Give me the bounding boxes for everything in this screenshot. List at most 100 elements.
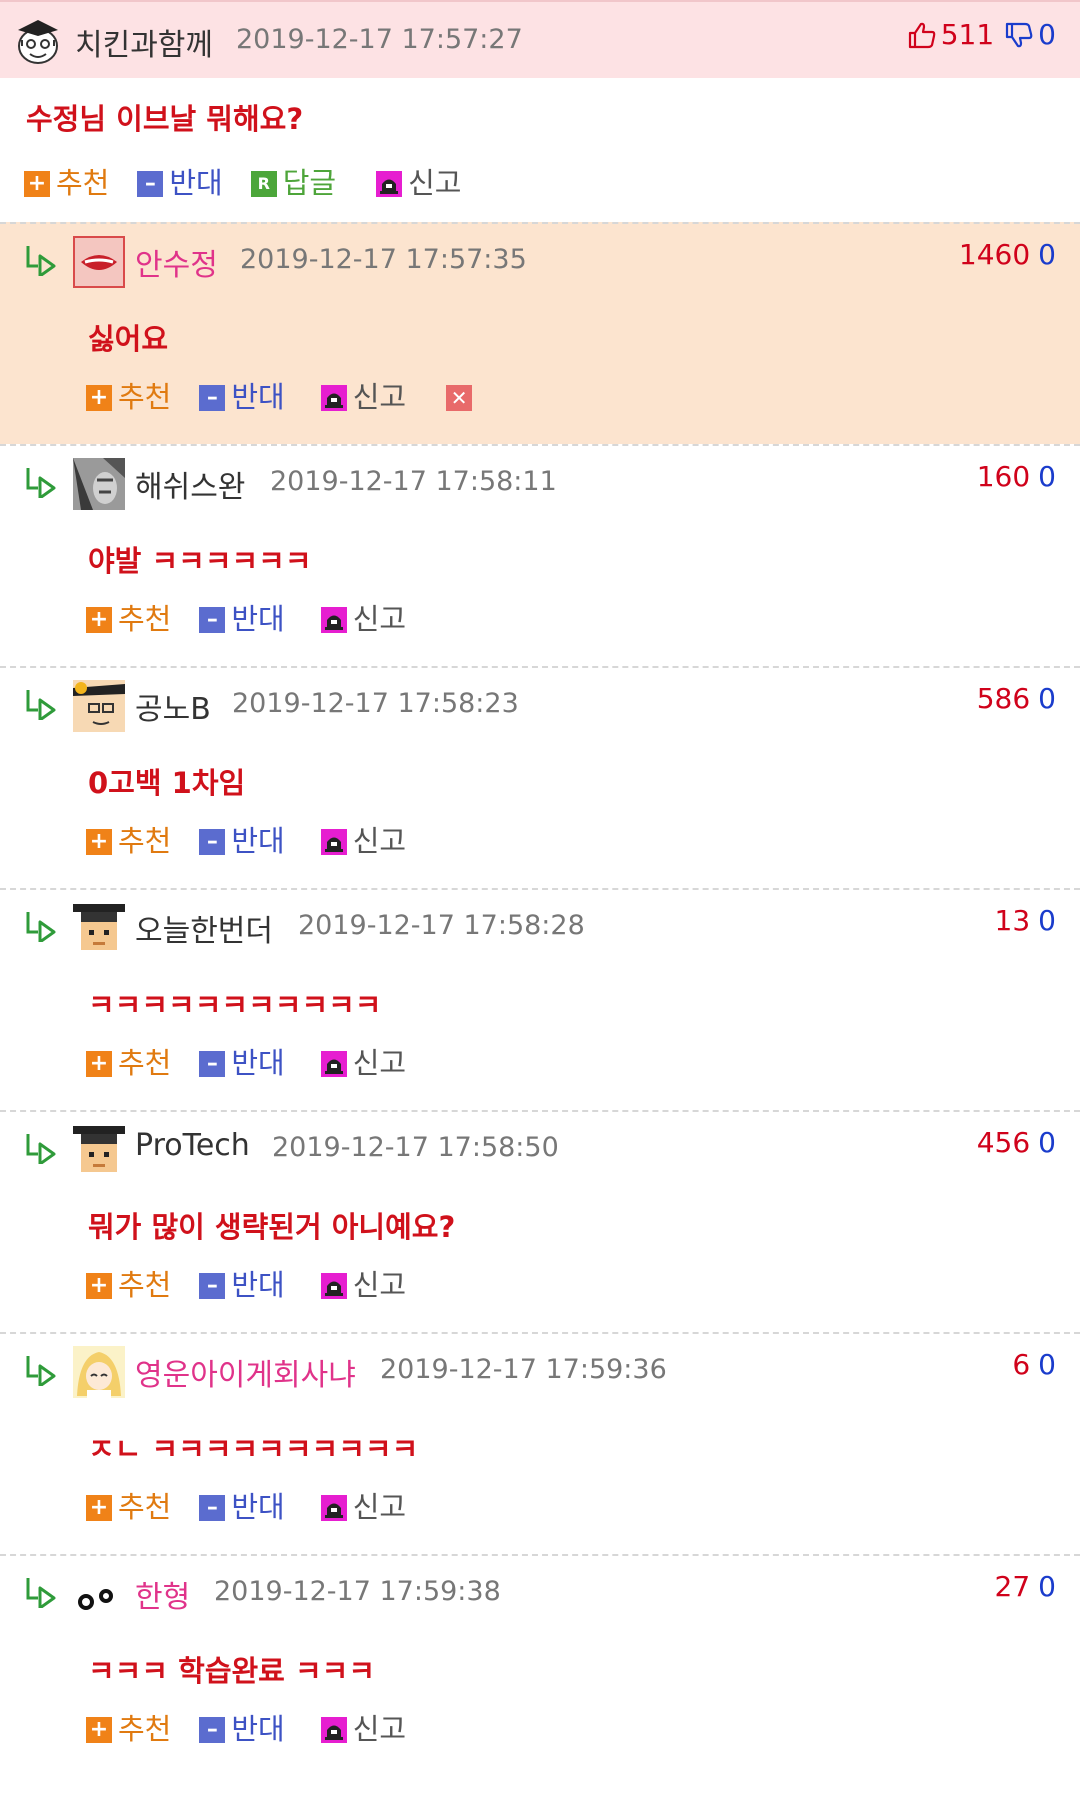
reply-arrow-icon — [26, 690, 56, 720]
comment-item: 해쉬스완 2019-12-17 17:58:11 160 0 야발 ㅋㅋㅋㅋㅋㅋ … — [0, 444, 1080, 666]
comment-score: 456 0 — [977, 1126, 1056, 1159]
minus-icon: – — [199, 607, 226, 633]
mascot-avatar-icon[interactable] — [14, 16, 62, 66]
comment-actions: + 추천 – 반대 신고 — [86, 1706, 446, 1748]
comment-score: 586 0 — [977, 682, 1056, 715]
report-button[interactable]: 신고 — [376, 160, 462, 202]
comment-body: 야발 ㅋㅋㅋㅋㅋㅋ — [88, 544, 312, 578]
bw-photo-avatar[interactable] — [73, 458, 125, 510]
comment-date: 2019-12-17 17:57:35 — [240, 244, 527, 275]
comment-up-count: 13 — [994, 904, 1031, 937]
comment-date: 2019-12-17 17:58:23 — [232, 688, 519, 719]
post-author[interactable]: 치킨과함께 — [75, 20, 213, 64]
plus-icon: + — [24, 171, 50, 197]
report-button[interactable]: 신고 — [320, 374, 406, 416]
recommend-button[interactable]: + 추천 — [86, 818, 171, 860]
pixel-face-avatar[interactable] — [73, 1124, 125, 1176]
oppose-button[interactable]: – 반대 — [199, 596, 285, 638]
comment-body: ㅈㄴ ㅋㅋㅋㅋㅋㅋㅋㅋㅋㅋ — [88, 1432, 419, 1466]
recommend-button[interactable]: + 추천 — [86, 1262, 171, 1304]
report-button[interactable]: 신고 — [320, 1706, 406, 1748]
siren-icon — [320, 607, 347, 633]
recommend-button[interactable]: + 추천 — [86, 596, 171, 638]
delete-button[interactable]: ✕ — [446, 379, 478, 411]
comment-down-count: 0 — [1038, 682, 1056, 715]
recommend-button[interactable]: + 추천 — [24, 160, 109, 202]
oppose-button[interactable]: – 반대 — [199, 1706, 285, 1748]
plus-icon: + — [86, 1495, 112, 1521]
plus-icon: + — [86, 1717, 112, 1743]
comment-body: 0고백 1차임 — [88, 766, 246, 800]
oppose-button[interactable]: – 반대 — [199, 1484, 285, 1526]
siren-icon — [320, 1051, 347, 1077]
comment-author[interactable]: 해쉬스완 — [135, 462, 245, 506]
pixel-face-avatar[interactable] — [73, 902, 125, 954]
comment-body: ㅋㅋㅋㅋㅋㅋㅋㅋㅋㅋㅋ — [88, 988, 382, 1022]
thumbs-down-icon[interactable] — [1004, 20, 1034, 50]
comment-date: 2019-12-17 17:58:11 — [270, 466, 557, 497]
minus-icon: – — [199, 1717, 226, 1743]
siren-icon — [320, 829, 347, 855]
comment-page: 치킨과함께 2019-12-17 17:57:27 511 0 수정님 이브날 … — [0, 0, 1080, 1800]
minus-icon: – — [137, 171, 164, 197]
minus-icon: – — [199, 1495, 226, 1521]
oppose-button[interactable]: – 반대 — [199, 1040, 285, 1082]
recommend-button[interactable]: + 추천 — [86, 1484, 171, 1526]
anime-avatar[interactable] — [73, 1346, 125, 1398]
comment-author[interactable]: 한형 — [135, 1572, 190, 1616]
oppose-button[interactable]: – 반대 — [199, 374, 285, 416]
comment-actions: + 추천 – 반대 신고 — [86, 1040, 446, 1082]
comment-date: 2019-12-17 17:59:36 — [380, 1354, 667, 1385]
comment-up-count: 27 — [994, 1570, 1031, 1603]
dots-avatar[interactable] — [73, 1568, 125, 1620]
comment-author[interactable]: 오늘한번더 — [135, 906, 273, 950]
siren-icon — [376, 171, 403, 197]
post-date: 2019-12-17 17:57:27 — [236, 24, 523, 55]
minus-icon: – — [199, 385, 226, 411]
comment-down-count: 0 — [1038, 904, 1056, 937]
comment-up-count: 456 — [976, 1126, 1031, 1159]
recommend-button[interactable]: + 추천 — [86, 374, 171, 416]
comment-author[interactable]: 공노B — [135, 684, 211, 728]
lips-avatar[interactable] — [73, 236, 125, 288]
report-button[interactable]: 신고 — [320, 1040, 406, 1082]
comment-author[interactable]: ProTech — [135, 1128, 250, 1163]
plus-icon: + — [86, 1273, 112, 1299]
comment-item: 한형 2019-12-17 17:59:38 27 0 ㅋㅋㅋ 학습완료 ㅋㅋㅋ … — [0, 1554, 1080, 1776]
recommend-button[interactable]: + 추천 — [86, 1040, 171, 1082]
report-button[interactable]: 신고 — [320, 818, 406, 860]
comment-score: 160 0 — [977, 460, 1056, 493]
comment-score: 1460 0 — [959, 238, 1056, 271]
comment-author[interactable]: 영운아이게회사냐 — [135, 1350, 356, 1394]
original-post: 치킨과함께 2019-12-17 17:57:27 511 0 수정님 이브날 … — [0, 0, 1080, 222]
thumbs-up-icon[interactable] — [907, 20, 937, 50]
siren-icon — [320, 1717, 347, 1743]
oppose-button[interactable]: – 반대 — [137, 160, 223, 202]
report-button[interactable]: 신고 — [320, 1262, 406, 1304]
recommend-button[interactable]: + 추천 — [86, 1706, 171, 1748]
plus-icon: + — [86, 1051, 112, 1077]
comment-down-count: 0 — [1038, 460, 1056, 493]
comment-body: 싫어요 — [88, 322, 169, 356]
comment-date: 2019-12-17 17:58:50 — [272, 1132, 559, 1163]
comment-score: 27 0 — [995, 1570, 1056, 1603]
comment-author[interactable]: 안수정 — [135, 240, 218, 284]
comment-up-count: 1460 — [958, 238, 1031, 271]
comment-score: 13 0 — [995, 904, 1056, 937]
comment-item: 오늘한번더 2019-12-17 17:58:28 13 0 ㅋㅋㅋㅋㅋㅋㅋㅋㅋㅋ… — [0, 888, 1080, 1110]
comment-down-count: 0 — [1038, 238, 1056, 271]
oppose-button[interactable]: – 반대 — [199, 1262, 285, 1304]
comment-score: 60 — [1012, 1348, 1056, 1381]
comment-item: ProTech 2019-12-17 17:58:50 456 0 뭐가 많이 생… — [0, 1110, 1080, 1332]
report-button[interactable]: 신고 — [320, 596, 406, 638]
plus-icon: + — [86, 607, 112, 633]
minus-icon: – — [199, 1273, 226, 1299]
reply-button[interactable]: R 답글 — [250, 160, 336, 202]
comment-up-count: 586 — [976, 682, 1031, 715]
cartoon-face-avatar[interactable] — [73, 680, 125, 732]
post-down-count: 0 — [1038, 18, 1056, 51]
reply-arrow-icon — [26, 1578, 56, 1608]
report-button[interactable]: 신고 — [320, 1484, 406, 1526]
comment-actions: + 추천 – 반대 신고 — [86, 818, 446, 860]
oppose-button[interactable]: – 반대 — [199, 818, 285, 860]
